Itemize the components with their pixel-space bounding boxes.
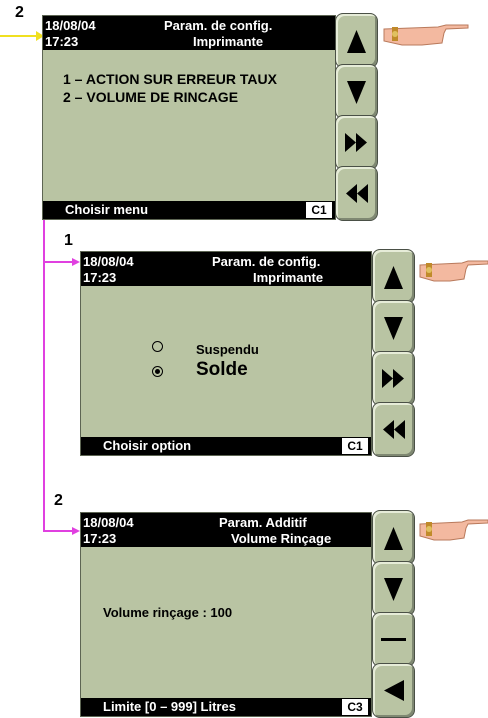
header-time: 17:23 (45, 34, 79, 49)
pointing-hand-icon (419, 260, 488, 282)
minus-button[interactable] (372, 612, 415, 667)
down-button[interactable] (372, 561, 415, 616)
header-time: 17:23 (83, 270, 117, 285)
header-date: 18/08/04 (83, 515, 134, 530)
footer-label: Choisir menu (65, 202, 149, 217)
header-subtitle: Imprimante (253, 270, 324, 285)
up-button[interactable] (372, 249, 415, 304)
button-column-3 (372, 510, 415, 718)
menu-item-2[interactable]: 2 – VOLUME DE RINCAGE (63, 89, 238, 105)
down-button[interactable] (372, 300, 415, 355)
arrow-down-icon (384, 578, 403, 601)
header-time: 17:23 (83, 531, 117, 546)
button-column-1 (335, 13, 378, 221)
arrow-down-icon (347, 81, 366, 104)
pointing-hand-icon (419, 519, 488, 541)
pointing-hand-icon (383, 24, 469, 46)
rewind-icon (346, 184, 368, 203)
arrow-down-icon (384, 317, 403, 340)
footer-label: Choisir option (103, 438, 192, 453)
header-subtitle: Volume Rinçage (231, 531, 332, 546)
down-button[interactable] (335, 64, 378, 119)
screen-code: C3 (342, 699, 368, 715)
option-suspendu[interactable]: Suspendu (196, 342, 259, 357)
screen-footer: Limite [0 – 999] Litres C3 (81, 698, 371, 716)
rewind-icon (383, 420, 405, 439)
minus-icon (381, 638, 406, 641)
header-subtitle: Imprimante (193, 34, 264, 49)
header-date: 18/08/04 (83, 254, 134, 269)
rewind-button[interactable] (372, 402, 415, 457)
radio-solde[interactable] (152, 366, 163, 377)
arrow-left-icon (384, 680, 404, 701)
menu-item-1[interactable]: 1 – ACTION SUR ERREUR TAUX (63, 71, 277, 87)
fast-forward-icon (382, 369, 404, 388)
rewind-button[interactable] (335, 166, 378, 221)
header-date: 18/08/04 (45, 18, 96, 33)
fast-forward-button[interactable] (372, 351, 415, 406)
up-button[interactable] (372, 510, 415, 565)
lcd-screen-1: 18/08/04 17:23 Param. de config. Imprima… (42, 15, 336, 220)
arrow-up-icon (347, 30, 366, 53)
screen-header: 18/08/04 17:23 Param. Additif Volume Rin… (81, 513, 371, 547)
fast-forward-button[interactable] (335, 115, 378, 170)
screen-code: C1 (342, 438, 368, 454)
screen-footer: Choisir menu C1 (43, 201, 335, 219)
radio-suspendu[interactable] (152, 341, 163, 352)
lcd-screen-3: 18/08/04 17:23 Param. Additif Volume Rin… (80, 512, 372, 717)
arrow-up-icon (384, 266, 403, 289)
screen-header: 18/08/04 17:23 Param. de config. Imprima… (81, 252, 371, 286)
up-button[interactable] (335, 13, 378, 68)
header-title: Param. de config. (164, 18, 273, 33)
header-title: Param. de config. (212, 254, 321, 269)
arrow-up-icon (384, 527, 403, 550)
screen-code: C1 (306, 202, 332, 218)
header-title: Param. Additif (219, 515, 307, 530)
fast-forward-icon (345, 133, 367, 152)
lcd-screen-2: 18/08/04 17:23 Param. de config. Imprima… (80, 251, 372, 456)
screen-footer: Choisir option C1 (81, 437, 371, 455)
footer-label: Limite [0 – 999] Litres (103, 699, 236, 714)
screen-header: 18/08/04 17:23 Param. de config. Imprima… (43, 16, 335, 50)
button-column-2 (372, 249, 415, 457)
volume-rincage-field[interactable]: Volume rinçage : 100 (103, 605, 232, 620)
back-button[interactable] (372, 663, 415, 718)
option-solde[interactable]: Solde (196, 359, 248, 381)
